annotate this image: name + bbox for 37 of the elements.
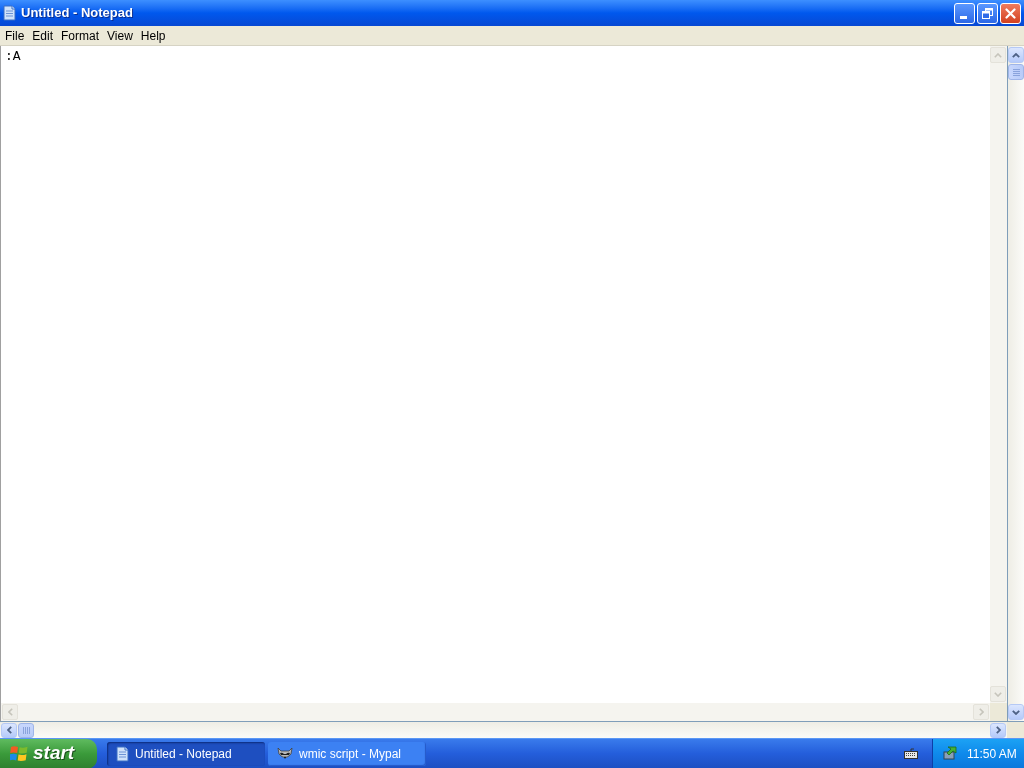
- chevron-left-icon: [6, 726, 12, 734]
- taskbar-button[interactable]: Untitled - Notepad: [107, 741, 265, 766]
- computer-arrow-icon: [943, 746, 958, 761]
- animal-head-icon: [277, 747, 293, 760]
- chevron-up-icon: [994, 52, 1002, 58]
- menu-item[interactable]: View: [103, 26, 137, 45]
- taskbar-button[interactable]: wmic script - Mypal: [268, 741, 426, 766]
- chevron-left-icon: [7, 708, 13, 716]
- chevron-down-icon: [1012, 709, 1020, 715]
- restore-icon: [982, 7, 993, 19]
- scroll-up-button[interactable]: [1008, 47, 1024, 63]
- start-button[interactable]: start: [0, 738, 97, 768]
- scroll-thumb[interactable]: [18, 722, 34, 738]
- chevron-right-icon: [995, 726, 1001, 734]
- notepad-icon: [3, 5, 16, 21]
- close-button[interactable]: [1000, 2, 1021, 24]
- chevron-right-icon: [978, 708, 984, 716]
- menu-item[interactable]: Format: [57, 26, 104, 45]
- menu-item[interactable]: Edit: [28, 26, 58, 45]
- keyboard-icon: [904, 748, 918, 759]
- chevron-down-icon: [994, 691, 1002, 697]
- scroll-down-button[interactable]: [1008, 704, 1024, 720]
- menu-item[interactable]: Help: [136, 26, 170, 45]
- minimize-button[interactable]: [954, 2, 975, 24]
- close-icon: [1005, 7, 1016, 19]
- clock-time: 11:50 AM: [967, 745, 1017, 763]
- scrollbar-corner: [990, 703, 1007, 721]
- restore-button[interactable]: [977, 2, 998, 24]
- flag-icon: [10, 745, 28, 762]
- window-title: Untitled - Notepad: [21, 4, 133, 23]
- scroll-thumb[interactable]: [1008, 64, 1024, 80]
- notepad-icon: [116, 745, 129, 762]
- chevron-up-icon: [1012, 52, 1020, 58]
- menu-item[interactable]: File: [1, 26, 29, 45]
- scroll-left-button[interactable]: [1, 722, 17, 738]
- minimize-icon: [960, 15, 967, 19]
- scroll-right-button[interactable]: [990, 722, 1006, 738]
